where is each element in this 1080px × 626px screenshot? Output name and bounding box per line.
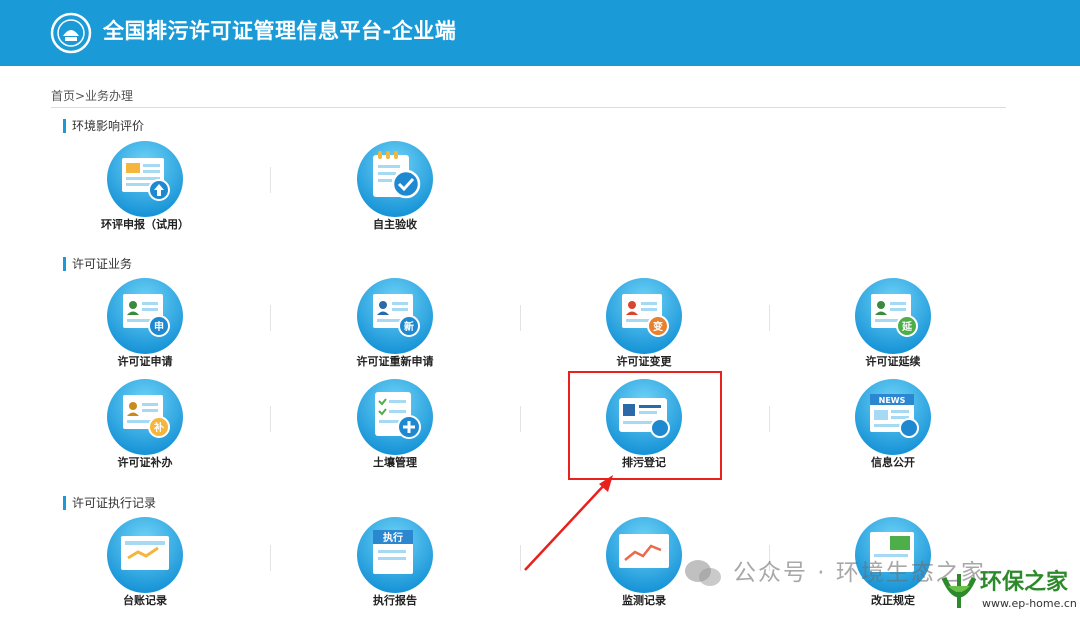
section-title-execution: 许可证执行记录 — [63, 496, 156, 510]
separator — [270, 406, 271, 432]
news-badge: NEWS — [879, 396, 906, 405]
wechat-icon — [685, 560, 721, 586]
ep-home-logo-icon — [941, 574, 977, 608]
license-extend-icon: 延 — [855, 278, 931, 354]
arrow-icon — [524, 475, 613, 571]
separator — [270, 167, 271, 193]
tile-license-apply[interactable]: 申 许可证申请 — [65, 277, 225, 387]
tile-license-extend[interactable]: 延 许可证延续 — [813, 277, 973, 387]
tile-label: 监测记录 — [622, 594, 666, 607]
section-title-license: 许可证业务 — [63, 257, 132, 271]
section-title-eia: 环境影响评价 — [63, 119, 144, 133]
execution-report-icon: 执行 — [357, 517, 433, 593]
brand-url: www.ep-home.cn — [982, 597, 1077, 610]
tile-soil-management[interactable]: 土壤管理 — [315, 378, 475, 488]
tile-info-disclosure[interactable]: NEWS 信息公开 — [813, 378, 973, 488]
divider — [51, 107, 1006, 108]
tile-eia-declaration[interactable]: 环评申报（试用） — [65, 140, 225, 250]
separator — [520, 305, 521, 331]
app-title: 全国排污许可证管理信息平台-企业端 — [103, 19, 457, 43]
tile-label: 台账记录 — [123, 594, 167, 607]
highlight-box — [568, 371, 722, 480]
tile-self-acceptance[interactable]: 自主验收 — [315, 140, 475, 250]
tile-ledger-records[interactable]: 台账记录 — [65, 516, 225, 626]
tile-label: 土壤管理 — [373, 456, 417, 469]
soil-checklist-icon — [357, 379, 433, 455]
separator — [270, 305, 271, 331]
badge-glyph: 新 — [404, 320, 414, 333]
tile-license-reapply[interactable]: 新 许可证重新申请 — [315, 277, 475, 387]
news-icon: NEWS — [855, 379, 931, 455]
license-change-icon: 变 — [606, 278, 682, 354]
tile-label: 环评申报（试用） — [101, 218, 189, 231]
top-header: 全国排污许可证管理信息平台-企业端 — [0, 0, 1080, 66]
separator — [769, 406, 770, 432]
tile-label: 许可证补办 — [117, 456, 173, 469]
license-apply-icon: 申 — [107, 278, 183, 354]
tile-execution-report[interactable]: 执行 执行报告 — [315, 516, 475, 626]
license-reissue-icon: 补 — [107, 379, 183, 455]
tile-label: 自主验收 — [373, 218, 417, 231]
tile-label: 许可证变更 — [616, 355, 672, 368]
tile-license-reissue[interactable]: 补 许可证补办 — [65, 378, 225, 488]
tile-label: 执行报告 — [373, 594, 417, 607]
ledger-icon — [107, 517, 183, 593]
separator — [270, 545, 271, 571]
tile-label: 许可证申请 — [117, 355, 173, 368]
execution-badge: 执行 — [383, 531, 403, 544]
brand-name: 环保之家 — [980, 570, 1069, 595]
separator — [520, 406, 521, 432]
badge-glyph: 申 — [154, 320, 164, 333]
badge-glyph: 变 — [653, 320, 663, 333]
license-reapply-icon: 新 — [357, 278, 433, 354]
tile-label: 许可证重新申请 — [356, 355, 434, 368]
emblem-icon — [50, 12, 92, 54]
badge-glyph: 延 — [901, 320, 913, 333]
badge-glyph: 补 — [153, 421, 164, 434]
clipboard-check-icon — [357, 141, 433, 217]
tile-label: 许可证延续 — [865, 355, 921, 368]
separator — [769, 305, 770, 331]
document-upload-icon — [107, 141, 183, 217]
breadcrumb[interactable]: 首页>业务办理 — [51, 89, 133, 103]
tile-label: 信息公开 — [871, 456, 915, 469]
